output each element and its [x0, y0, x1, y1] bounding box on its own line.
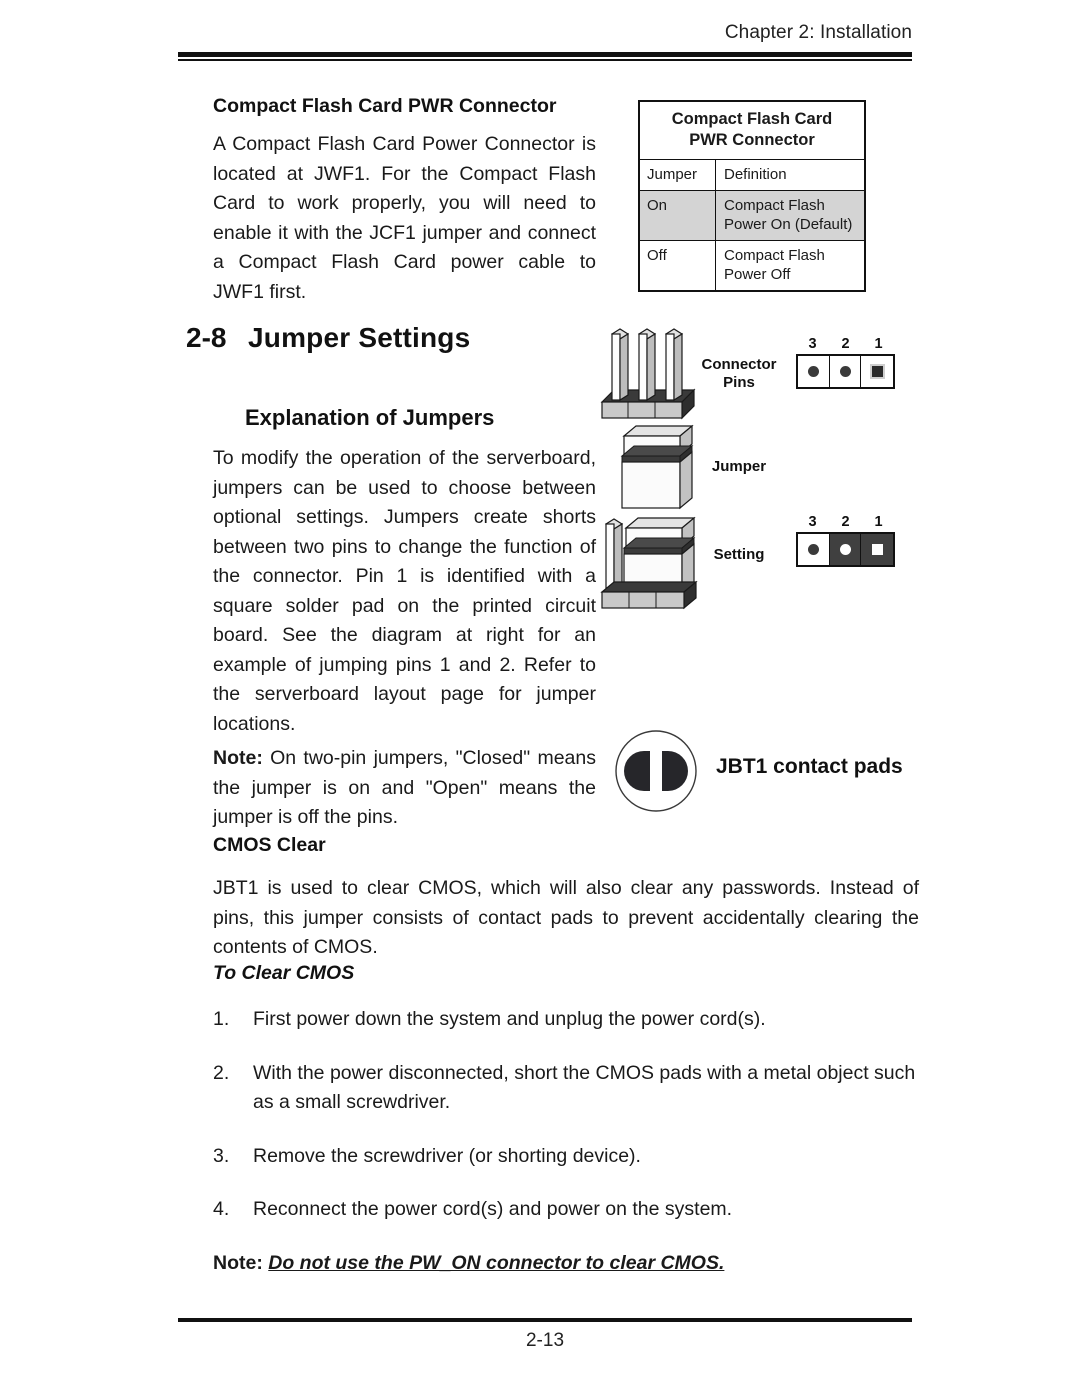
final-note: Note: Do not use the PW_ON connector to … — [213, 1252, 919, 1275]
jumper-cap-illustration — [620, 424, 694, 510]
final-note-body: Do not use the PW_ON connector to clear … — [268, 1252, 725, 1274]
compact-flash-paragraph: A Compact Flash Card Power Connector is … — [213, 133, 596, 303]
chapter-title: Chapter 2: Installation — [724, 22, 912, 43]
list-item: 3. Remove the screwdriver (or shorting d… — [213, 1142, 919, 1172]
jbt1-contact-pads-label: JBT1 contact pads — [716, 755, 903, 778]
table-title-line1: Compact Flash Card — [671, 110, 833, 128]
pin-numbers-row: 3 2 1 — [796, 514, 895, 530]
to-clear-cmos-heading: To Clear CMOS — [213, 962, 355, 984]
cmos-paragraph: JBT1 is used to clear CMOS, which will a… — [213, 877, 919, 958]
note-body: On two-pin jumpers, "Closed" means the j… — [213, 747, 596, 828]
pin-number-2: 2 — [841, 336, 850, 352]
connector-pins-illustration — [600, 328, 696, 420]
jumper-explanation-diagram: Connector Pins Jumper Setting 3 2 1 3 2 … — [596, 328, 906, 618]
column-header-definition: Definition — [724, 166, 787, 183]
pin-cell-3 — [798, 534, 830, 565]
pin-number-2: 2 — [841, 514, 850, 530]
pin-square-pad-icon — [869, 542, 885, 557]
header-rule-thick — [178, 52, 912, 57]
table-title: Compact Flash Card PWR Connector — [640, 102, 864, 160]
footer-rule — [178, 1318, 912, 1322]
compact-flash-pwr-connector-table: Compact Flash Card PWR Connector Jumper … — [638, 100, 866, 292]
step-number: 3. — [213, 1144, 230, 1167]
pin-square-pad-icon — [869, 364, 885, 379]
pin-numbers-row: 3 2 1 — [796, 336, 895, 352]
label-jumper: Jumper — [711, 458, 767, 475]
table-row: Off Compact Flash Power Off — [640, 241, 864, 290]
cmos-clear-heading: CMOS Clear — [213, 834, 326, 856]
step-text: Remove the screwdriver (or shorting devi… — [253, 1144, 641, 1167]
pin-cells-row — [796, 532, 895, 567]
section-heading-2-8: 2-8 Jumper Settings — [186, 322, 616, 354]
definition-line2: Power Off — [724, 266, 791, 283]
cell-jumper-off: Off — [640, 241, 716, 290]
note-label: Note: — [213, 747, 263, 769]
final-note-label: Note: — [213, 1252, 263, 1274]
page-number: 2-13 — [525, 1330, 565, 1351]
setting-illustration — [600, 516, 698, 610]
label-setting: Setting — [713, 546, 765, 563]
pin-number-1: 1 — [874, 514, 883, 530]
list-item: 2. With the power disconnected, short th… — [213, 1059, 919, 1118]
table-title-line2: PWR Connector — [689, 131, 815, 149]
list-item: 1. First power down the system and unplu… — [213, 1005, 919, 1035]
pin-cell-1 — [861, 356, 894, 387]
pin-dot-icon — [839, 366, 851, 377]
left-text-column: Compact Flash Card PWR Connector A Compa… — [213, 95, 596, 307]
label-connector-pins-line2: Pins — [723, 374, 755, 391]
cell-definition-off: Compact Flash Power Off — [716, 241, 864, 290]
note-two-pin-jumpers: Note: On two-pin jumpers, "Closed" means… — [213, 744, 596, 833]
cmos-steps-list: 1. First power down the system and unplu… — [213, 1005, 919, 1249]
pin-cell-1 — [861, 534, 894, 565]
step-text: First power down the system and unplug t… — [253, 1008, 766, 1030]
pin-cell-3 — [798, 356, 830, 387]
cell-jumper-on: On — [640, 191, 716, 240]
pin-cell-2 — [829, 356, 862, 387]
pin-cells-row — [796, 354, 895, 389]
label-connector-pins-line1: Connector — [701, 356, 777, 373]
explanation-of-jumpers-heading: Explanation of Jumpers — [245, 405, 495, 430]
explanation-paragraph: To modify the operation of the serverboa… — [213, 447, 596, 735]
pin-number-3: 3 — [808, 514, 817, 530]
step-number: 1. — [213, 1008, 230, 1030]
header-rule-thin — [178, 59, 912, 61]
step-text: With the power disconnected, short the C… — [253, 1061, 916, 1114]
step-number: 2. — [213, 1061, 230, 1084]
definition-line1: Compact Flash — [724, 197, 825, 214]
label-connector-pins: Connector Pins — [697, 356, 781, 392]
pin-number-3: 3 — [808, 336, 817, 352]
pin-dot-icon — [807, 366, 819, 377]
step-text: Reconnect the power cord(s) and power on… — [253, 1198, 733, 1220]
table-header-row: Jumper Definition — [640, 160, 864, 191]
section-number: 2-8 — [186, 322, 227, 353]
jbt1-contact-pads-illustration — [614, 729, 698, 813]
pin-dot-icon — [807, 544, 819, 555]
section-title: Jumper Settings — [248, 322, 471, 353]
pin-cell-2 — [829, 534, 862, 565]
page-header: Chapter 2: Installation — [178, 22, 912, 61]
pin-layout-setting: 3 2 1 — [796, 514, 895, 567]
step-number: 4. — [213, 1198, 230, 1220]
pin-layout-connector-pins: 3 2 1 — [796, 336, 895, 389]
pin-dot-icon — [839, 544, 851, 555]
column-header-jumper: Jumper — [640, 160, 716, 190]
cell-definition-on: Compact Flash Power On (Default) — [716, 191, 864, 240]
list-item: 4. Reconnect the power cord(s) and power… — [213, 1195, 919, 1225]
table-row: On Compact Flash Power On (Default) — [640, 191, 864, 241]
compact-flash-heading: Compact Flash Card PWR Connector — [213, 95, 557, 117]
definition-line2: Power On (Default) — [724, 216, 853, 233]
definition-line1: Compact Flash — [724, 247, 825, 264]
pin-number-1: 1 — [874, 336, 883, 352]
